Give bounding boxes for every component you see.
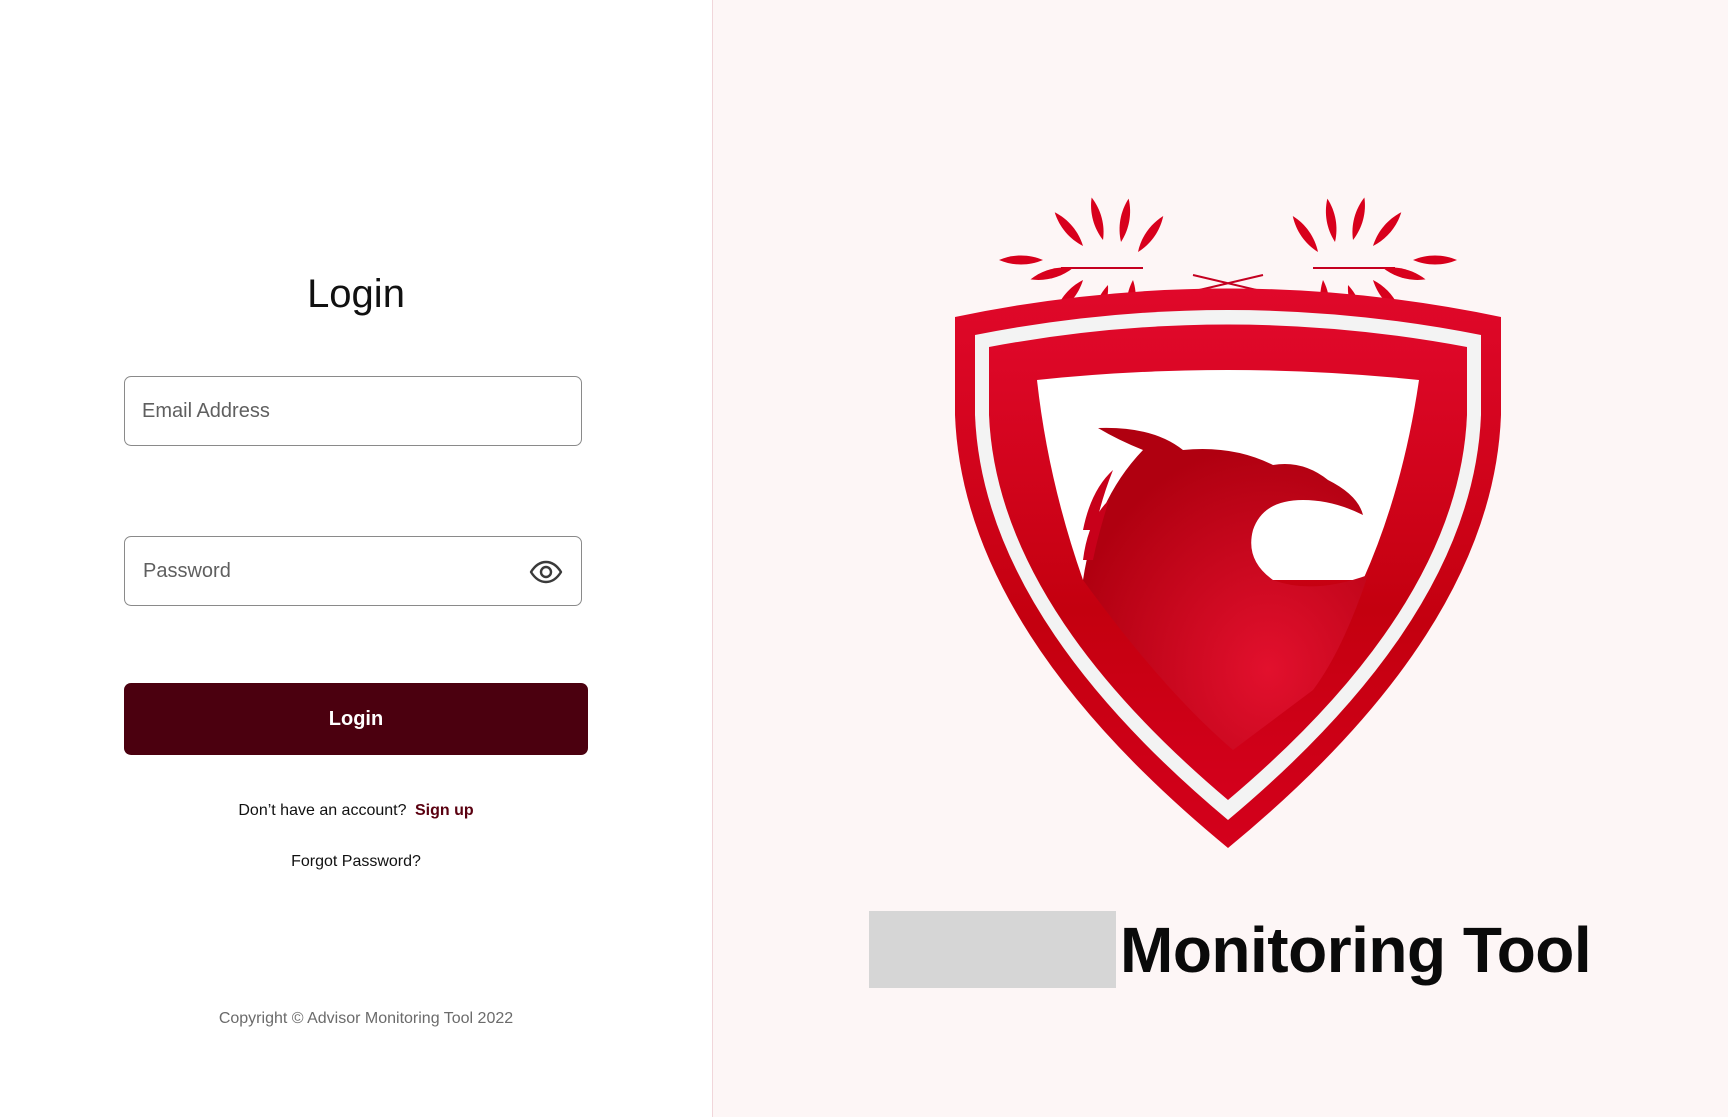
eye-icon[interactable]	[528, 554, 564, 590]
login-panel: Login Login Don’t have an account? Sign …	[0, 0, 713, 1117]
email-input[interactable]	[142, 377, 542, 445]
signup-prompt-line: Don’t have an account? Sign up	[0, 802, 712, 820]
signup-prompt: Don’t have an account?	[238, 802, 407, 819]
forgot-password-link[interactable]: Forgot Password?	[0, 853, 712, 871]
password-input[interactable]	[143, 537, 503, 605]
page-title: Login	[307, 272, 405, 316]
password-field[interactable]	[124, 536, 582, 606]
branding-panel: Monitoring Tool	[713, 0, 1728, 1117]
signup-link[interactable]: Sign up	[415, 802, 474, 819]
redacted-block	[869, 911, 1116, 988]
login-button[interactable]: Login	[124, 683, 588, 755]
copyright-text: Copyright © Advisor Monitoring Tool 2022	[218, 1010, 514, 1027]
login-page: Login Login Don’t have an account? Sign …	[0, 0, 1728, 1117]
brand-title-row: Monitoring Tool	[869, 911, 1592, 988]
brand-title: Monitoring Tool	[1120, 913, 1592, 986]
email-field[interactable]	[124, 376, 582, 446]
eagle-shield-logo-icon	[933, 150, 1523, 860]
